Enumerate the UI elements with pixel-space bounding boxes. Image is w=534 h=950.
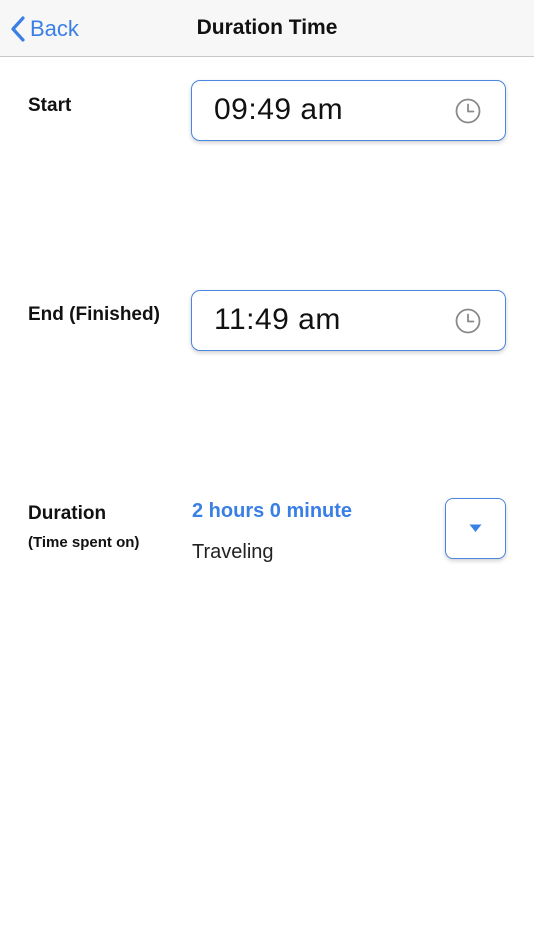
start-time-field[interactable]: 09:49 am xyxy=(191,80,506,141)
navigation-bar: Back Duration Time xyxy=(0,0,534,57)
start-time-value: 09:49 am xyxy=(214,93,344,126)
clock-icon xyxy=(455,98,481,124)
duration-value: 2 hours 0 minute xyxy=(192,500,353,522)
start-label: Start xyxy=(28,95,72,116)
activity-label: Traveling xyxy=(192,541,274,563)
activity-dropdown-button[interactable] xyxy=(445,498,506,559)
end-time-value: 11:49 am xyxy=(214,303,341,336)
duration-label: Duration xyxy=(28,503,107,524)
caret-down-icon xyxy=(469,524,482,532)
end-time-field[interactable]: 11:49 am xyxy=(191,290,506,351)
page-title: Duration Time xyxy=(196,16,338,39)
end-label: End (Finished) xyxy=(28,304,160,325)
clock-icon xyxy=(455,308,481,334)
duration-sublabel: (Time spent on) xyxy=(28,534,140,551)
